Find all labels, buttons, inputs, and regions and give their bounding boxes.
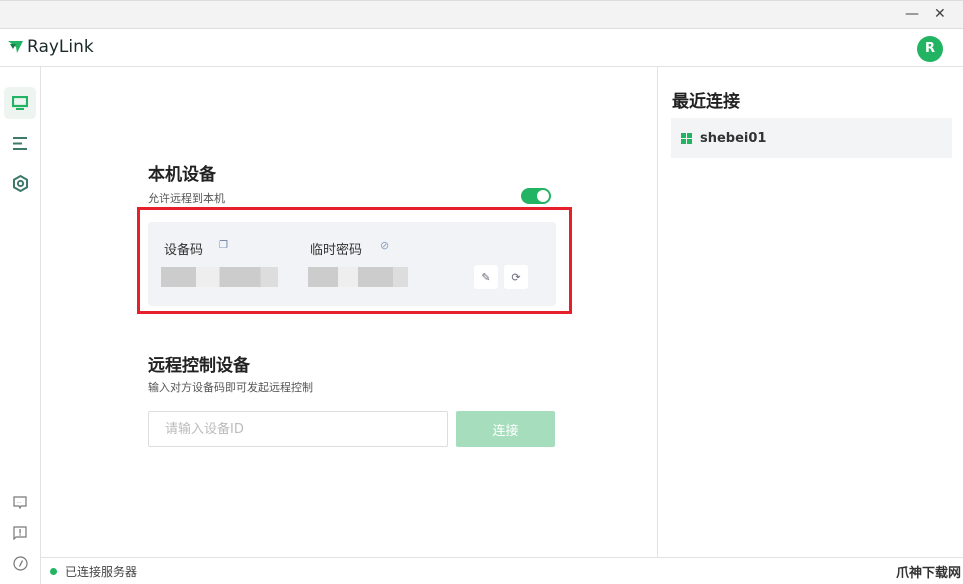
chat-icon: ... — [13, 496, 27, 510]
edit-password-button[interactable]: ✎ — [474, 265, 498, 289]
temp-password-value-blurred — [308, 267, 408, 287]
sidebar-item-explore[interactable] — [4, 547, 36, 579]
app-logo: RayLink — [8, 37, 94, 57]
minimize-button[interactable]: — — [905, 6, 919, 22]
recent-title: 最近连接 — [672, 92, 740, 112]
eye-hidden-icon[interactable]: ⊘ — [380, 239, 389, 252]
watermark: 爪神下载网 — [895, 566, 961, 581]
alert-message-icon — [13, 526, 27, 540]
status-text: 已连接服务器 — [65, 564, 138, 579]
sidebar-item-feedback[interactable]: ... — [4, 487, 36, 519]
device-id-input[interactable] — [148, 411, 448, 447]
sidebar-item-report[interactable] — [4, 517, 36, 549]
logo-icon — [8, 41, 23, 53]
recent-panel: 最近连接 shebei01 — [657, 67, 963, 557]
monitor-icon — [12, 95, 28, 110]
windows-icon — [681, 132, 692, 144]
temp-password-label: 临时密码 — [310, 243, 363, 258]
copy-icon[interactable]: ❐ — [219, 240, 228, 251]
local-device-title: 本机设备 — [148, 165, 216, 185]
allow-remote-label: 允许远程到本机 — [148, 192, 225, 205]
refresh-icon: ⟳ — [511, 270, 521, 284]
connect-button[interactable]: 连接 — [456, 411, 555, 447]
sidebar-item-settings[interactable] — [4, 167, 36, 199]
allow-remote-toggle[interactable] — [521, 188, 551, 204]
device-code-value-blurred — [161, 267, 278, 287]
avatar[interactable]: R — [917, 36, 943, 62]
title-bar: — ✕ — [0, 0, 963, 29]
app-name: RayLink — [27, 37, 94, 57]
list-icon — [13, 136, 27, 150]
pencil-icon: ✎ — [481, 270, 491, 284]
refresh-password-button[interactable]: ⟳ — [504, 265, 528, 289]
device-code-label: 设备码 — [164, 243, 204, 258]
settings-hexagon-icon — [12, 174, 28, 192]
status-bar: 已连接服务器 爪神下载网 — [41, 557, 963, 584]
recent-item[interactable]: shebei01 — [671, 118, 952, 158]
sidebar-item-devices[interactable] — [4, 87, 36, 119]
main-panel: 本机设备 允许远程到本机 设备码 ❐ 临时密码 ⊘ ✎ ⟳ 远程控制设备 输入对… — [41, 67, 657, 557]
close-button[interactable]: ✕ — [934, 6, 946, 22]
svg-text:...: ... — [17, 499, 22, 505]
remote-control-subtitle: 输入对方设备码即可发起远程控制 — [148, 381, 313, 394]
remote-control-title: 远程控制设备 — [148, 356, 250, 376]
compass-icon — [12, 555, 28, 571]
recent-item-name: shebei01 — [700, 130, 767, 146]
status-dot-icon — [50, 567, 57, 575]
app-header: RayLink R — [0, 29, 963, 67]
sidebar: ... — [0, 67, 41, 584]
sidebar-item-list[interactable] — [4, 127, 36, 159]
device-info-card: 设备码 ❐ 临时密码 ⊘ ✎ ⟳ — [148, 222, 556, 306]
